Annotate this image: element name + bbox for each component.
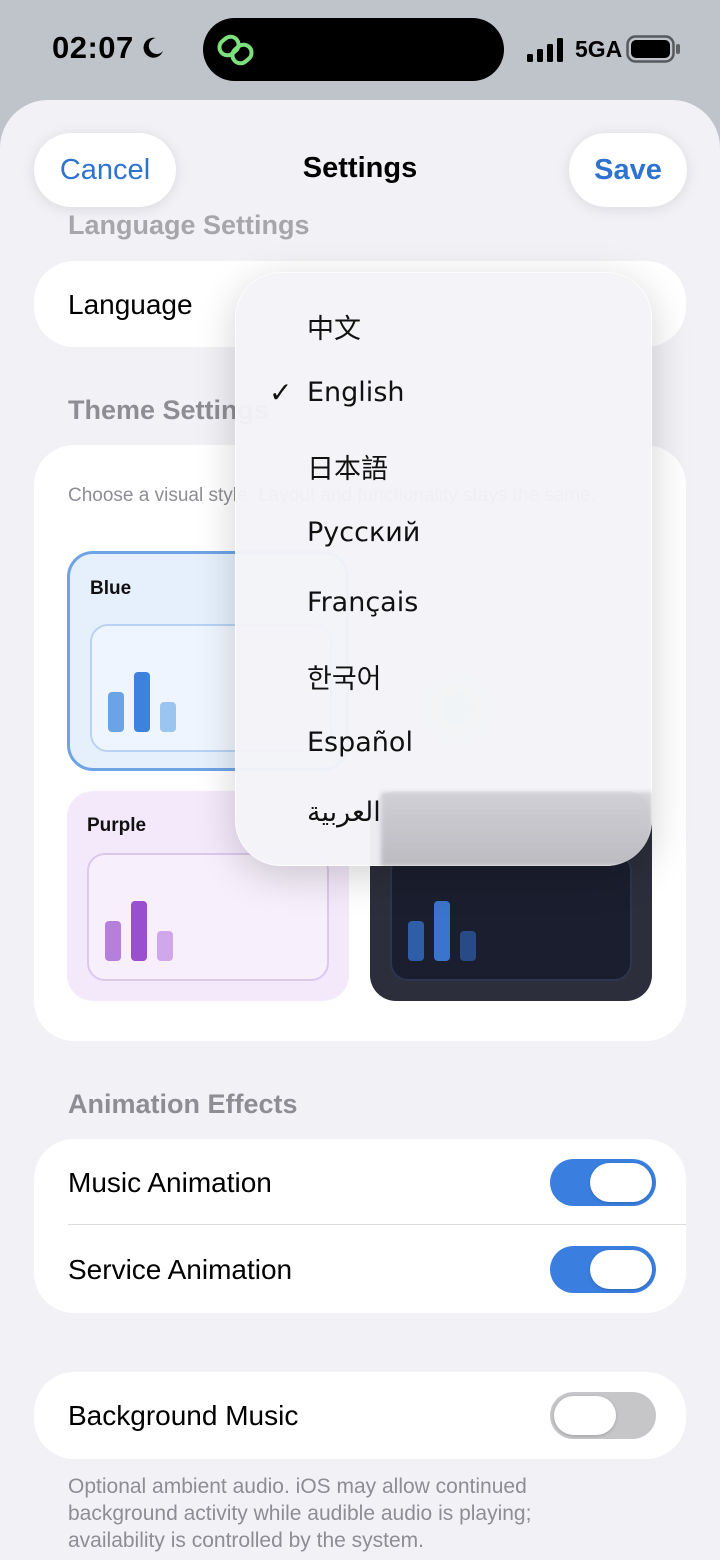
language-dropdown-menu: 中文 ✓ English 日本語 Русский Français 한국어 Es… (235, 272, 652, 866)
language-option-label: 中文 (307, 314, 361, 345)
toggle-knob (590, 1163, 652, 1202)
language-option-label: 한국어 (307, 664, 382, 695)
status-bar: 02:07 5GA (0, 0, 720, 100)
language-option-english[interactable]: ✓ English (235, 358, 652, 428)
preview-bar (108, 692, 124, 732)
preview-bar (160, 702, 176, 732)
status-time: 02:07 (52, 30, 134, 65)
service-animation-label: Service Animation (68, 1254, 293, 1285)
service-animation-toggle[interactable] (550, 1246, 656, 1293)
animation-card: Music Animation Service Animation (34, 1139, 686, 1313)
preview-bar (134, 672, 150, 732)
language-option-label: Español (307, 727, 413, 758)
music-animation-toggle[interactable] (550, 1159, 656, 1206)
preview-bar (131, 901, 147, 961)
background-music-toggle[interactable] (550, 1392, 656, 1439)
background-music-note: Optional ambient audio. iOS may allow co… (68, 1475, 532, 1552)
language-section-header: Language Settings (68, 210, 310, 240)
background-music-row: Background Music (34, 1372, 686, 1459)
theme-name: Blue (90, 578, 132, 599)
link-icon (217, 34, 254, 66)
toggle-knob (554, 1396, 616, 1435)
language-option-label: 日本語 (307, 454, 388, 485)
language-option-label: Français (307, 587, 419, 618)
moon-icon (143, 37, 163, 58)
theme-preview (87, 853, 329, 981)
preview-bar (434, 901, 450, 961)
language-option-french[interactable]: Français (235, 568, 652, 638)
toggle-knob (590, 1250, 652, 1289)
language-option-arabic[interactable]: العربية (235, 778, 652, 848)
language-row-label: Language (68, 289, 193, 320)
language-option-label: العربية (307, 797, 381, 828)
animation-section-header: Animation Effects (68, 1089, 298, 1119)
preview-bar (157, 931, 173, 961)
service-animation-row: Service Animation (34, 1226, 686, 1313)
language-option-label: Русский (307, 517, 421, 548)
language-option-japanese[interactable]: 日本語 (235, 428, 652, 498)
language-option-label: English (307, 377, 405, 408)
preview-bar (105, 921, 121, 961)
row-divider (68, 1224, 686, 1225)
preview-bar (408, 921, 424, 961)
language-option-russian[interactable]: Русский (235, 498, 652, 568)
theme-name: Purple (87, 815, 147, 836)
language-option-chinese[interactable]: 中文 (235, 288, 652, 358)
theme-preview (390, 853, 632, 981)
preview-bar (460, 931, 476, 961)
save-button[interactable]: Save (569, 133, 687, 207)
network-label: 5GA (575, 36, 623, 62)
music-animation-row: Music Animation (34, 1139, 686, 1226)
music-animation-label: Music Animation (68, 1167, 272, 1198)
language-option-korean[interactable]: 한국어 (235, 638, 652, 708)
battery-icon (626, 35, 680, 63)
checkmark-icon: ✓ (269, 377, 293, 408)
signal-icon (527, 38, 563, 62)
background-music-label: Background Music (68, 1400, 299, 1431)
language-option-spanish[interactable]: Español (235, 708, 652, 778)
